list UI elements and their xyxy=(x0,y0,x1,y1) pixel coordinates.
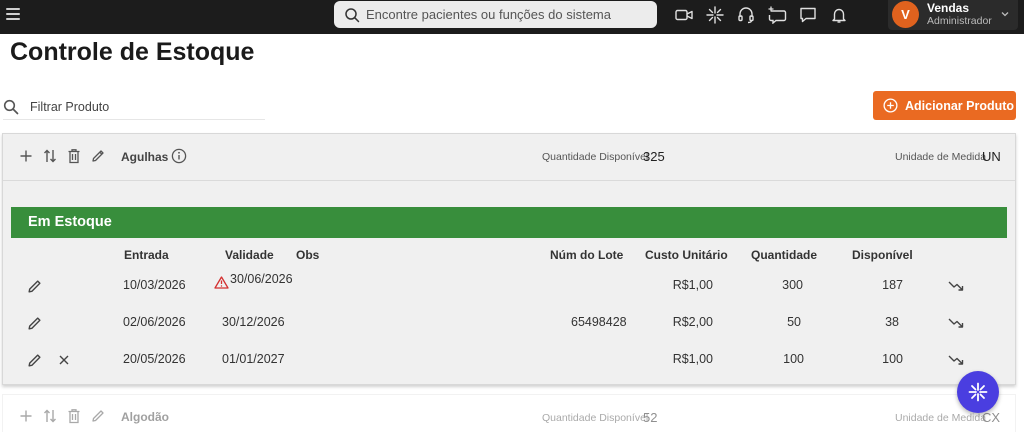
column-header-entrada: Entrada xyxy=(124,248,169,262)
product-header[interactable]: Agulhas Quantidade Disponível 325 Unidad… xyxy=(3,134,1015,181)
transfer-icon[interactable] xyxy=(42,148,58,164)
unit-label: Unidade de Medida xyxy=(895,412,987,424)
trash-icon[interactable] xyxy=(66,148,82,164)
product-name: Agulhas xyxy=(121,150,169,164)
cell-custo: R$1,00 xyxy=(672,352,713,366)
cell-quantidade: 300 xyxy=(782,278,803,292)
cell-entrada: 10/03/2026 xyxy=(123,278,186,292)
sparkle-icon[interactable] xyxy=(705,5,725,25)
transfer-icon[interactable] xyxy=(42,408,58,424)
cell-entrada: 20/05/2026 xyxy=(123,352,186,366)
add-product-label: Adicionar Produto xyxy=(905,98,1015,113)
unit-value: UN xyxy=(982,149,1001,164)
user-menu[interactable]: V Vendas Administrador xyxy=(888,0,1018,30)
add-product-button[interactable]: Adicionar Produto xyxy=(873,91,1016,120)
warning-icon xyxy=(214,276,229,289)
pencil-icon[interactable] xyxy=(27,316,42,331)
column-header-quantidade: Quantidade xyxy=(751,248,818,262)
pencil-icon[interactable] xyxy=(90,148,106,164)
bell-icon[interactable] xyxy=(829,5,849,25)
filter-product-input[interactable] xyxy=(30,100,250,114)
ai-assistant-button[interactable] xyxy=(957,371,999,413)
video-icon[interactable] xyxy=(674,5,694,25)
pencil-icon[interactable] xyxy=(27,353,42,368)
info-icon[interactable] xyxy=(171,148,187,164)
ai-chat-icon[interactable] xyxy=(767,5,787,25)
cell-custo: R$2,00 xyxy=(672,315,713,329)
menu-icon[interactable] xyxy=(6,8,20,20)
cell-quantidade: 50 xyxy=(787,315,801,329)
trend-down-icon[interactable] xyxy=(948,317,964,329)
trash-icon[interactable] xyxy=(66,408,82,424)
table-row: 10/03/2026 30/06/2026 R$1,00 300 187 xyxy=(3,272,1015,302)
cell-custo: R$1,00 xyxy=(672,278,713,292)
headset-icon[interactable] xyxy=(736,5,756,25)
cell-disponivel: 100 xyxy=(882,352,903,366)
unit-value: CX xyxy=(982,410,1001,425)
unit-label: Unidade de Medida xyxy=(895,151,987,163)
table-row: 20/05/2026 01/01/2027 R$1,00 100 100 xyxy=(3,346,1015,376)
cell-disponivel: 187 xyxy=(882,278,903,292)
column-header-obs: Obs xyxy=(296,248,320,262)
global-search[interactable] xyxy=(334,1,657,28)
column-header-disponivel: Disponível xyxy=(852,248,913,262)
trend-down-icon[interactable] xyxy=(948,354,964,366)
chevron-down-icon xyxy=(1001,12,1009,17)
product-actions xyxy=(18,408,114,424)
product-filter[interactable] xyxy=(3,95,265,120)
plus-icon[interactable] xyxy=(18,148,34,164)
sparkle-icon xyxy=(968,382,988,402)
table-row: 02/06/2026 30/12/2026 65498428 R$2,00 50… xyxy=(3,309,1015,339)
column-header-validade: Validade xyxy=(225,248,274,262)
close-icon[interactable] xyxy=(58,354,70,366)
chat-icon[interactable] xyxy=(798,5,818,25)
avatar: V xyxy=(892,1,919,28)
top-icons xyxy=(674,5,860,25)
column-header-lote: Núm do Lote xyxy=(550,248,624,262)
trend-down-icon[interactable] xyxy=(948,280,964,292)
product-panel[interactable]: Algodão Quantidade Disponível 52 Unidade… xyxy=(2,394,1016,432)
user-name: Vendas xyxy=(927,1,970,15)
global-search-input[interactable] xyxy=(366,7,636,22)
product-name: Algodão xyxy=(121,410,169,424)
top-bar: V Vendas Administrador xyxy=(0,0,1024,34)
search-icon xyxy=(345,7,360,22)
search-icon xyxy=(3,99,19,115)
qty-label: Quantidade Disponível xyxy=(542,151,649,163)
plus-icon[interactable] xyxy=(18,408,34,424)
qty-value: 52 xyxy=(643,410,658,425)
product-actions xyxy=(18,148,114,164)
cell-disponivel: 38 xyxy=(885,315,899,329)
column-header-custo: Custo Unitário xyxy=(645,248,728,262)
cell-quantidade: 100 xyxy=(783,352,804,366)
cell-validade: 30/12/2026 xyxy=(222,315,285,329)
qty-label: Quantidade Disponível xyxy=(542,412,649,424)
page-title: Controle de Estoque xyxy=(10,38,255,66)
cell-lote: 65498428 xyxy=(571,315,627,329)
plus-circle-icon xyxy=(883,98,898,113)
pencil-icon[interactable] xyxy=(90,408,106,424)
cell-validade: 01/01/2027 xyxy=(222,352,285,366)
pencil-icon[interactable] xyxy=(27,279,42,294)
user-role: Administrador xyxy=(927,15,992,27)
qty-value: 325 xyxy=(643,149,665,164)
product-panel: Agulhas Quantidade Disponível 325 Unidad… xyxy=(2,133,1016,385)
cell-entrada: 02/06/2026 xyxy=(123,315,186,329)
stock-section-title: Em Estoque xyxy=(11,207,1007,238)
cell-validade: 30/06/2026 xyxy=(230,272,293,286)
